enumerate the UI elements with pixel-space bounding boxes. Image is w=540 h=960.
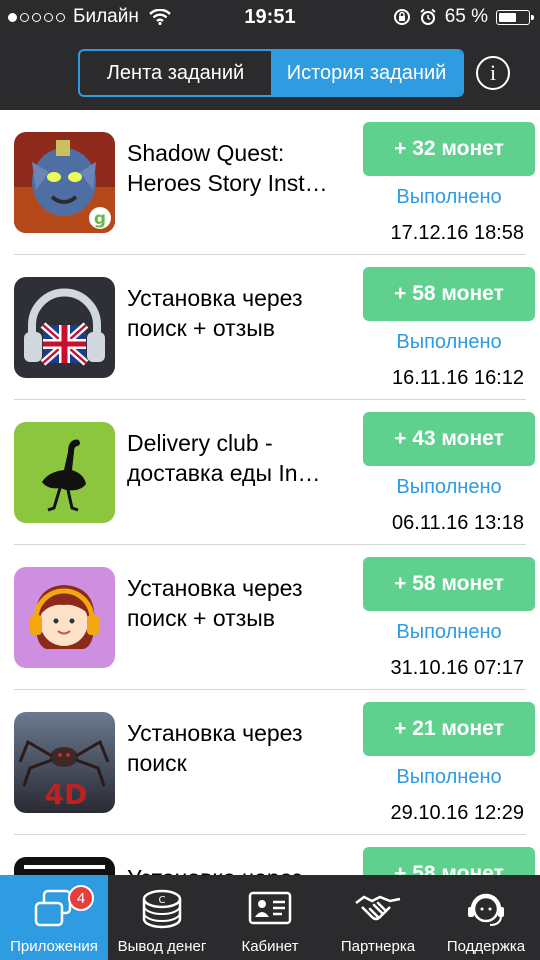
handshake-icon	[355, 895, 401, 921]
task-date: 17.12.16 18:58	[390, 222, 524, 244]
tab-label: Партнерка	[340, 938, 416, 955]
list-item[interactable]: 4D Установка через поиск + 21 монет Выпо…	[0, 690, 540, 835]
spider-4d-app-icon: 4D	[14, 712, 115, 813]
ostrich-app-icon	[14, 422, 115, 523]
status-right: 65 %	[393, 6, 534, 28]
shadow-quest-app-icon: g	[14, 132, 115, 233]
support-icon	[468, 893, 504, 926]
tab-cabinet[interactable]: Кабинет	[216, 875, 324, 960]
list-item[interactable]: Установка через поиск + отзыв + 58 монет…	[0, 255, 540, 400]
tab-withdraw[interactable]: C Вывод денег	[108, 875, 216, 960]
list-item[interactable]: g Shadow Quest: Heroes Story Inst… + 32 …	[0, 110, 540, 255]
headphones-uk-flag-app-icon	[14, 277, 115, 378]
list-item[interactable]: Delivery club - доставка еды In… + 43 мо…	[0, 400, 540, 545]
notification-badge: 4	[68, 885, 94, 911]
tab-label: Вывод денег	[117, 938, 207, 955]
svg-text:4D: 4D	[45, 778, 88, 811]
battery-icon	[496, 9, 534, 25]
list-item[interactable]: Установка через поиск + отзыв + 58 монет…	[0, 545, 540, 690]
id-card-icon	[248, 891, 292, 925]
tab-label: Поддержка	[446, 938, 526, 955]
battery-percent: 65 %	[444, 6, 488, 27]
reward-button[interactable]: + 58 монет	[363, 267, 535, 321]
alarm-icon	[420, 8, 436, 25]
list-item[interactable]: Установка через + 58 монет	[0, 835, 540, 875]
task-history-list: g Shadow Quest: Heroes Story Inst… + 32 …	[0, 110, 540, 875]
task-date: 31.10.16 07:17	[390, 657, 524, 679]
task-date: 16.11.16 16:12	[392, 367, 524, 389]
rotation-lock-icon	[393, 9, 410, 25]
reward-button[interactable]: + 58 монет	[363, 557, 535, 611]
segmented-control: Лента заданий История заданий	[78, 49, 464, 97]
task-title: Установка через поиск + отзыв	[127, 285, 303, 341]
tab-apps[interactable]: 4 Приложения	[0, 875, 108, 960]
tab-task-feed[interactable]: Лента заданий	[80, 51, 271, 95]
task-title: Установка через	[127, 863, 355, 875]
task-title: Установка через поиск + отзыв	[127, 575, 303, 631]
task-title: Shadow Quest: Heroes Story Inst…	[127, 140, 328, 196]
task-status: Выполнено	[396, 621, 502, 643]
coins-icon: C	[142, 889, 182, 929]
task-date: 06.11.16 13:18	[392, 512, 524, 534]
task-title: Delivery club - доставка еды In…	[127, 430, 321, 486]
svg-text:g: g	[94, 209, 106, 229]
girl-headphones-app-icon	[14, 567, 115, 668]
task-status: Выполнено	[396, 186, 502, 208]
svg-text:C: C	[159, 895, 166, 906]
task-status: Выполнено	[396, 766, 502, 788]
reward-button[interactable]: + 58 монет	[363, 847, 535, 875]
tab-partners[interactable]: Партнерка	[324, 875, 432, 960]
top-bar: Билайн 19:51 65 % Лента заданий История …	[0, 0, 540, 110]
task-status: Выполнено	[396, 331, 502, 353]
tab-label: Кабинет	[241, 938, 299, 955]
free-app-icon	[14, 857, 115, 875]
tab-support[interactable]: Поддержка	[432, 875, 540, 960]
task-title: Установка через поиск	[127, 720, 303, 776]
reward-button[interactable]: + 43 монет	[363, 412, 535, 466]
status-bar: Билайн 19:51 65 %	[0, 0, 540, 36]
task-date: 29.10.16 12:29	[390, 802, 524, 824]
tab-label: Приложения	[10, 938, 98, 955]
reward-button[interactable]: + 32 монет	[363, 122, 535, 176]
info-icon[interactable]: i	[476, 56, 510, 90]
tab-task-history[interactable]: История заданий	[271, 51, 462, 95]
task-status: Выполнено	[396, 476, 502, 498]
reward-button[interactable]: + 21 монет	[363, 702, 535, 756]
tab-bar: 4 Приложения C Вывод денег Кабинет Партн…	[0, 875, 540, 960]
